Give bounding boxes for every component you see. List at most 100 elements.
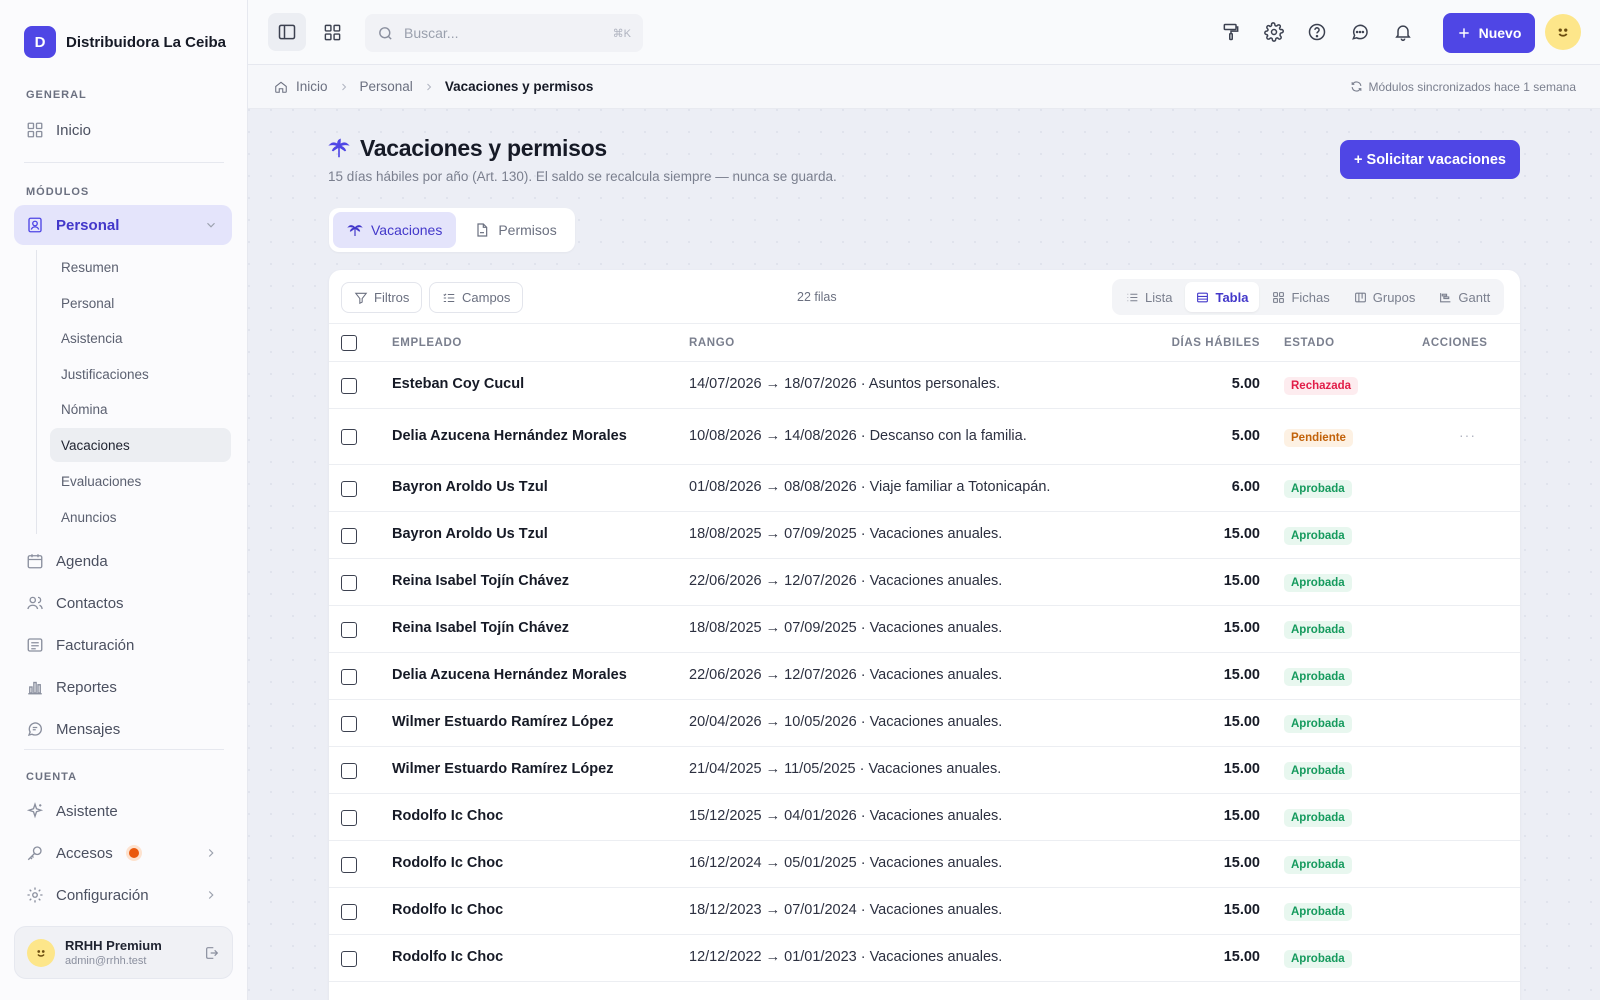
sidebar-subitem-vacaciones[interactable]: Vacaciones [50,428,231,462]
sidebar-item-accesos[interactable]: Accesos [14,833,232,873]
search-input[interactable] [404,25,584,41]
row-checkbox[interactable] [341,429,357,445]
cell-employee[interactable]: Bayron Aroldo Us Tzul [392,526,548,542]
row-checkbox[interactable] [341,810,357,826]
apps-button[interactable] [313,13,351,51]
table-row[interactable]: Delia Azucena Hernández Morales 10/08/20… [329,409,1520,465]
cell-employee[interactable]: Delia Azucena Hernández Morales [392,667,627,683]
sidebar-subitem-anuncios[interactable]: Anuncios [50,500,231,534]
sidebar-item-mensajes[interactable]: Mensajes [14,709,232,749]
more-actions-icon[interactable]: ··· [1459,427,1476,443]
table-row[interactable]: Bayron Aroldo Us Tzul 01/08/2026 → 08/08… [329,465,1520,512]
column-header-status[interactable]: ESTADO [1284,337,1335,349]
row-checkbox[interactable] [341,669,357,685]
chevron-right-icon[interactable] [204,888,218,902]
cell-employee[interactable]: Reina Isabel Tojín Chávez [392,620,569,636]
table-row[interactable]: Wilmer Estuardo Ramírez López 20/04/2026… [329,700,1520,747]
notifications-button[interactable] [1384,13,1422,51]
view-lista[interactable]: Lista [1115,282,1183,312]
cell-employee[interactable]: Rodolfo Ic Choc [392,902,503,918]
tab-vacaciones[interactable]: Vacaciones [333,212,457,248]
select-all-checkbox[interactable] [341,335,357,351]
table-row[interactable]: Rodolfo Ic Choc 18/12/2023 → 07/01/2024 … [329,888,1520,935]
sidebar-item-facturacion[interactable]: Facturación [14,625,232,665]
row-checkbox[interactable] [341,716,357,732]
view-grupos[interactable]: Grupos [1343,282,1427,312]
help-button[interactable] [1298,13,1336,51]
table-row[interactable]: Rodolfo Ic Choc 16/12/2024 → 05/01/2025 … [329,841,1520,888]
sidebar-subitem-nomina[interactable]: Nómina [50,392,231,426]
sidebar-subitem-evaluaciones[interactable]: Evaluaciones [50,464,231,498]
cell-employee[interactable]: Rodolfo Ic Choc [392,949,503,965]
table-row[interactable]: Delia Azucena Hernández Morales 22/06/20… [329,653,1520,700]
status-badge: Aprobada [1284,527,1352,545]
tab-permisos[interactable]: Permisos [460,212,570,248]
palm-tree-icon [347,225,363,236]
table-row[interactable]: Wilmer Estuardo Ramírez López 21/04/2025… [329,747,1520,794]
cell-employee[interactable]: Wilmer Estuardo Ramírez López [392,761,613,777]
column-header-range[interactable]: RANGO [689,337,735,349]
cell-employee[interactable]: Wilmer Estuardo Ramírez López [392,714,613,730]
cell-employee[interactable]: Bayron Aroldo Us Tzul [392,479,548,495]
new-button[interactable]: Nuevo [1443,13,1535,53]
cell-employee[interactable]: Esteban Coy Cucul [392,376,524,392]
breadcrumb-home[interactable]: Inicio [274,79,328,94]
view-fichas[interactable]: Fichas [1261,282,1340,312]
new-button-label: Nuevo [1478,25,1522,41]
sidebar-subitem-justificaciones[interactable]: Justificaciones [50,357,231,391]
row-checkbox[interactable] [341,857,357,873]
row-checkbox[interactable] [341,951,357,967]
cell-employee[interactable]: Reina Isabel Tojín Chávez [392,573,569,589]
search-box[interactable]: ⌘K [365,14,643,52]
breadcrumb-personal[interactable]: Personal [360,79,413,94]
request-vacation-button[interactable]: + Solicitar vacaciones [1340,140,1520,179]
sidebar-subitem-resumen[interactable]: Resumen [50,250,231,284]
row-checkbox[interactable] [341,904,357,920]
row-checkbox[interactable] [341,528,357,544]
paint-roller-button[interactable] [1212,13,1250,51]
table-row[interactable]: Bayron Aroldo Us Tzul 18/08/2025 → 07/09… [329,512,1520,559]
sidebar-item-agenda[interactable]: Agenda [14,541,232,581]
table-row[interactable]: Rodolfo Ic Choc 12/12/2022 → 01/01/2023 … [329,935,1520,982]
sidebar-item-asistente[interactable]: Asistente [14,791,232,831]
sidebar-subitem-asistencia[interactable]: Asistencia [50,321,231,355]
sidebar-item-contactos[interactable]: Contactos [14,583,232,623]
logout-icon[interactable] [204,945,220,961]
cell-employee[interactable]: Rodolfo Ic Choc [392,808,503,824]
view-tabla[interactable]: Tabla [1185,282,1260,312]
row-checkbox[interactable] [341,378,357,394]
filters-button[interactable]: Filtros [341,282,423,313]
row-checkbox[interactable] [341,575,357,591]
column-header-employee[interactable]: EMPLEADO [392,337,462,349]
sidebar-item-reportes[interactable]: Reportes [14,667,232,707]
column-header-days[interactable]: DÍAS HÁBILES [1160,337,1260,349]
chevron-right-icon[interactable] [204,846,218,860]
toggle-sidebar-button[interactable] [268,13,306,51]
chevron-down-icon[interactable] [204,218,218,232]
cell-employee[interactable]: Delia Azucena Hernández Morales [392,428,627,444]
calendar-icon [27,554,43,569]
brand[interactable]: D Distribuidora La Ceiba [24,26,226,58]
cell-days: 15.00 [1223,949,1260,965]
user-avatar[interactable] [1545,14,1581,50]
settings-button[interactable] [1255,13,1293,51]
sidebar-subitem-personal[interactable]: Personal [50,286,231,320]
table-row[interactable]: Esteban Coy Cucul 14/07/2026 → 18/07/202… [329,362,1520,409]
sidebar-item-label: Accesos [56,844,113,862]
table-row[interactable]: Reina Isabel Tojín Chávez 22/06/2026 → 1… [329,559,1520,606]
table-row[interactable]: Reina Isabel Tojín Chávez 18/08/2025 → 0… [329,606,1520,653]
row-checkbox[interactable] [341,481,357,497]
table-row[interactable]: Rodolfo Ic Choc 15/12/2025 → 04/01/2026 … [329,794,1520,841]
row-checkbox[interactable] [341,622,357,638]
row-checkbox[interactable] [341,763,357,779]
fields-button[interactable]: Campos [429,282,524,313]
chat-button[interactable] [1341,13,1379,51]
sidebar-item-inicio[interactable]: Inicio [14,110,232,150]
sidebar-item-label: Mensajes [56,720,121,738]
view-gantt[interactable]: Gantt [1428,282,1501,312]
sidebar-item-personal[interactable]: Personal [14,205,232,245]
cell-employee[interactable]: Rodolfo Ic Choc [392,855,503,871]
status-badge: Aprobada [1284,762,1352,780]
user-card[interactable]: RRHH Premium admin@rrhh.test [14,926,233,979]
sidebar-item-configuracion[interactable]: Configuración [14,875,232,915]
